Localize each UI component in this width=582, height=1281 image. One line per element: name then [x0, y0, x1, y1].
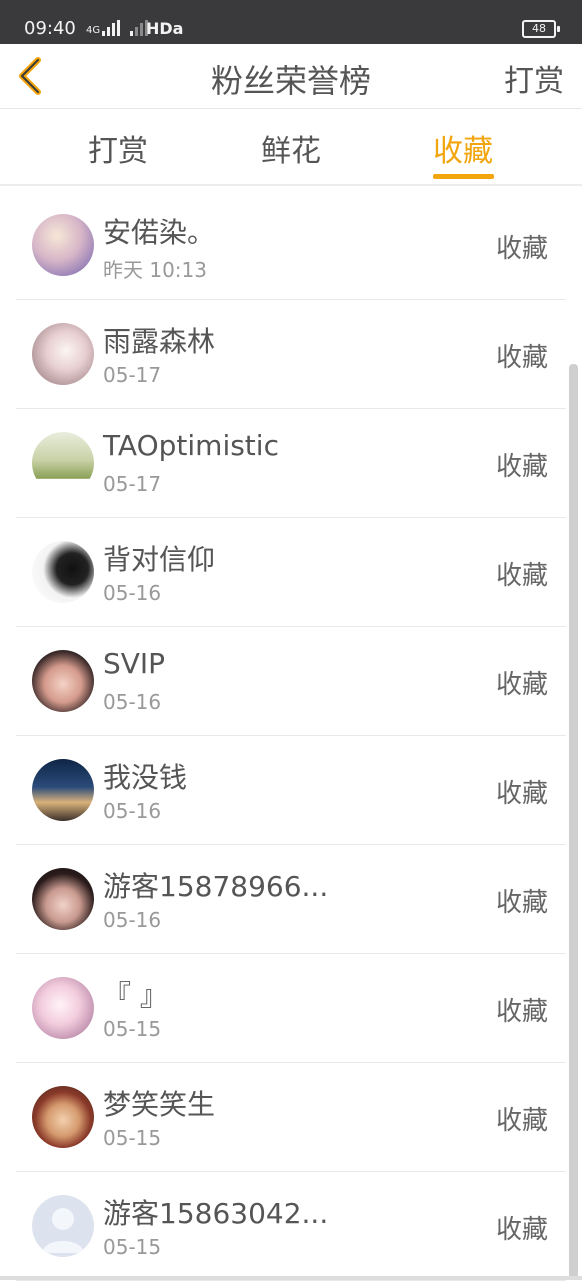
fan-name: SVIP — [103, 647, 166, 680]
fan-name: 我没钱 — [103, 761, 188, 794]
avatar[interactable] — [32, 1086, 94, 1148]
status-time: 09:40 — [24, 18, 76, 39]
tab-favorites[interactable]: 收藏 — [433, 126, 493, 170]
list-item[interactable]: 安偌染。 昨天 10:13 收藏 — [0, 191, 582, 300]
fan-date: 昨天 10:13 — [103, 258, 207, 282]
action-label: 收藏 — [495, 997, 548, 1027]
fan-date: 05-17 — [103, 472, 162, 496]
fan-date: 05-17 — [103, 363, 162, 387]
list-item[interactable]: 我没钱 05-16 收藏 — [0, 736, 582, 845]
battery-icon: 48 — [522, 20, 560, 38]
tab-reward[interactable]: 打赏 — [88, 126, 148, 170]
bottom-divider — [0, 1276, 582, 1280]
scrollbar[interactable] — [569, 364, 578, 1280]
fan-date: 05-16 — [103, 581, 162, 605]
tab-bar: 打赏 鲜花 收藏 — [0, 110, 582, 186]
reward-button[interactable]: 打赏 — [504, 56, 564, 100]
fan-name: 背对信仰 — [103, 543, 216, 576]
avatar[interactable] — [32, 977, 94, 1039]
fan-date: 05-15 — [103, 1126, 162, 1150]
list-item[interactable]: 『 』 05-15 收藏 — [0, 954, 582, 1063]
action-label: 收藏 — [495, 670, 548, 700]
fan-name: 『 』 — [103, 979, 168, 1012]
avatar[interactable] — [32, 323, 94, 385]
default-avatar-icon[interactable] — [32, 1195, 94, 1257]
signal-icon: 4G — [86, 18, 149, 36]
fan-date: 05-16 — [103, 690, 162, 714]
fan-date: 05-16 — [103, 799, 162, 823]
avatar[interactable] — [32, 432, 94, 494]
action-label: 收藏 — [495, 779, 548, 809]
active-tab-indicator — [433, 174, 494, 179]
fan-name: 梦笑笑生 — [103, 1088, 216, 1121]
list-item[interactable]: 背对信仰 05-16 收藏 — [0, 518, 582, 627]
page-title: 粉丝荣誉榜 — [210, 62, 371, 100]
list-item[interactable]: 梦笑笑生 05-15 收藏 — [0, 1063, 582, 1172]
avatar[interactable] — [32, 759, 94, 821]
list-item[interactable]: TAOptimistic 05-17 收藏 — [0, 409, 582, 518]
action-label: 收藏 — [495, 888, 548, 918]
tab-flowers[interactable]: 鲜花 — [261, 126, 321, 170]
network-type: 4G — [86, 25, 101, 36]
fan-date: 05-16 — [103, 908, 162, 932]
avatar[interactable] — [32, 650, 94, 712]
status-bar: 09:40 4G HDa 48 — [0, 0, 582, 44]
list-item[interactable]: SVIP 05-16 收藏 — [0, 627, 582, 736]
fan-date: 05-15 — [103, 1235, 162, 1259]
hd-indicator: HDa — [146, 19, 184, 38]
action-label: 收藏 — [495, 452, 548, 482]
action-label: 收藏 — [495, 1106, 548, 1136]
list-item[interactable]: 游客15863042... 05-15 收藏 — [0, 1172, 582, 1281]
avatar[interactable] — [32, 214, 94, 276]
action-label: 收藏 — [495, 1215, 548, 1245]
fan-name: TAOptimistic — [103, 429, 279, 462]
action-label: 收藏 — [495, 343, 548, 373]
list-item[interactable]: 游客15878966... 05-16 收藏 — [0, 845, 582, 954]
nav-bar: 粉丝荣誉榜 打赏 — [0, 44, 582, 109]
avatar[interactable] — [32, 541, 94, 603]
fan-date: 05-15 — [103, 1017, 162, 1041]
action-label: 收藏 — [495, 561, 548, 591]
fan-name: 雨露森林 — [103, 325, 216, 358]
avatar[interactable] — [32, 868, 94, 930]
list-item[interactable]: 雨露森林 05-17 收藏 — [0, 300, 582, 409]
fan-list: 安偌染。 昨天 10:13 收藏 雨露森林 05-17 收藏 TAOptimis… — [0, 191, 582, 1281]
action-label: 收藏 — [495, 234, 548, 264]
fan-name: 安偌染。 — [103, 216, 216, 249]
fan-name: 游客15878966... — [103, 870, 329, 903]
fan-name: 游客15863042... — [103, 1197, 329, 1230]
